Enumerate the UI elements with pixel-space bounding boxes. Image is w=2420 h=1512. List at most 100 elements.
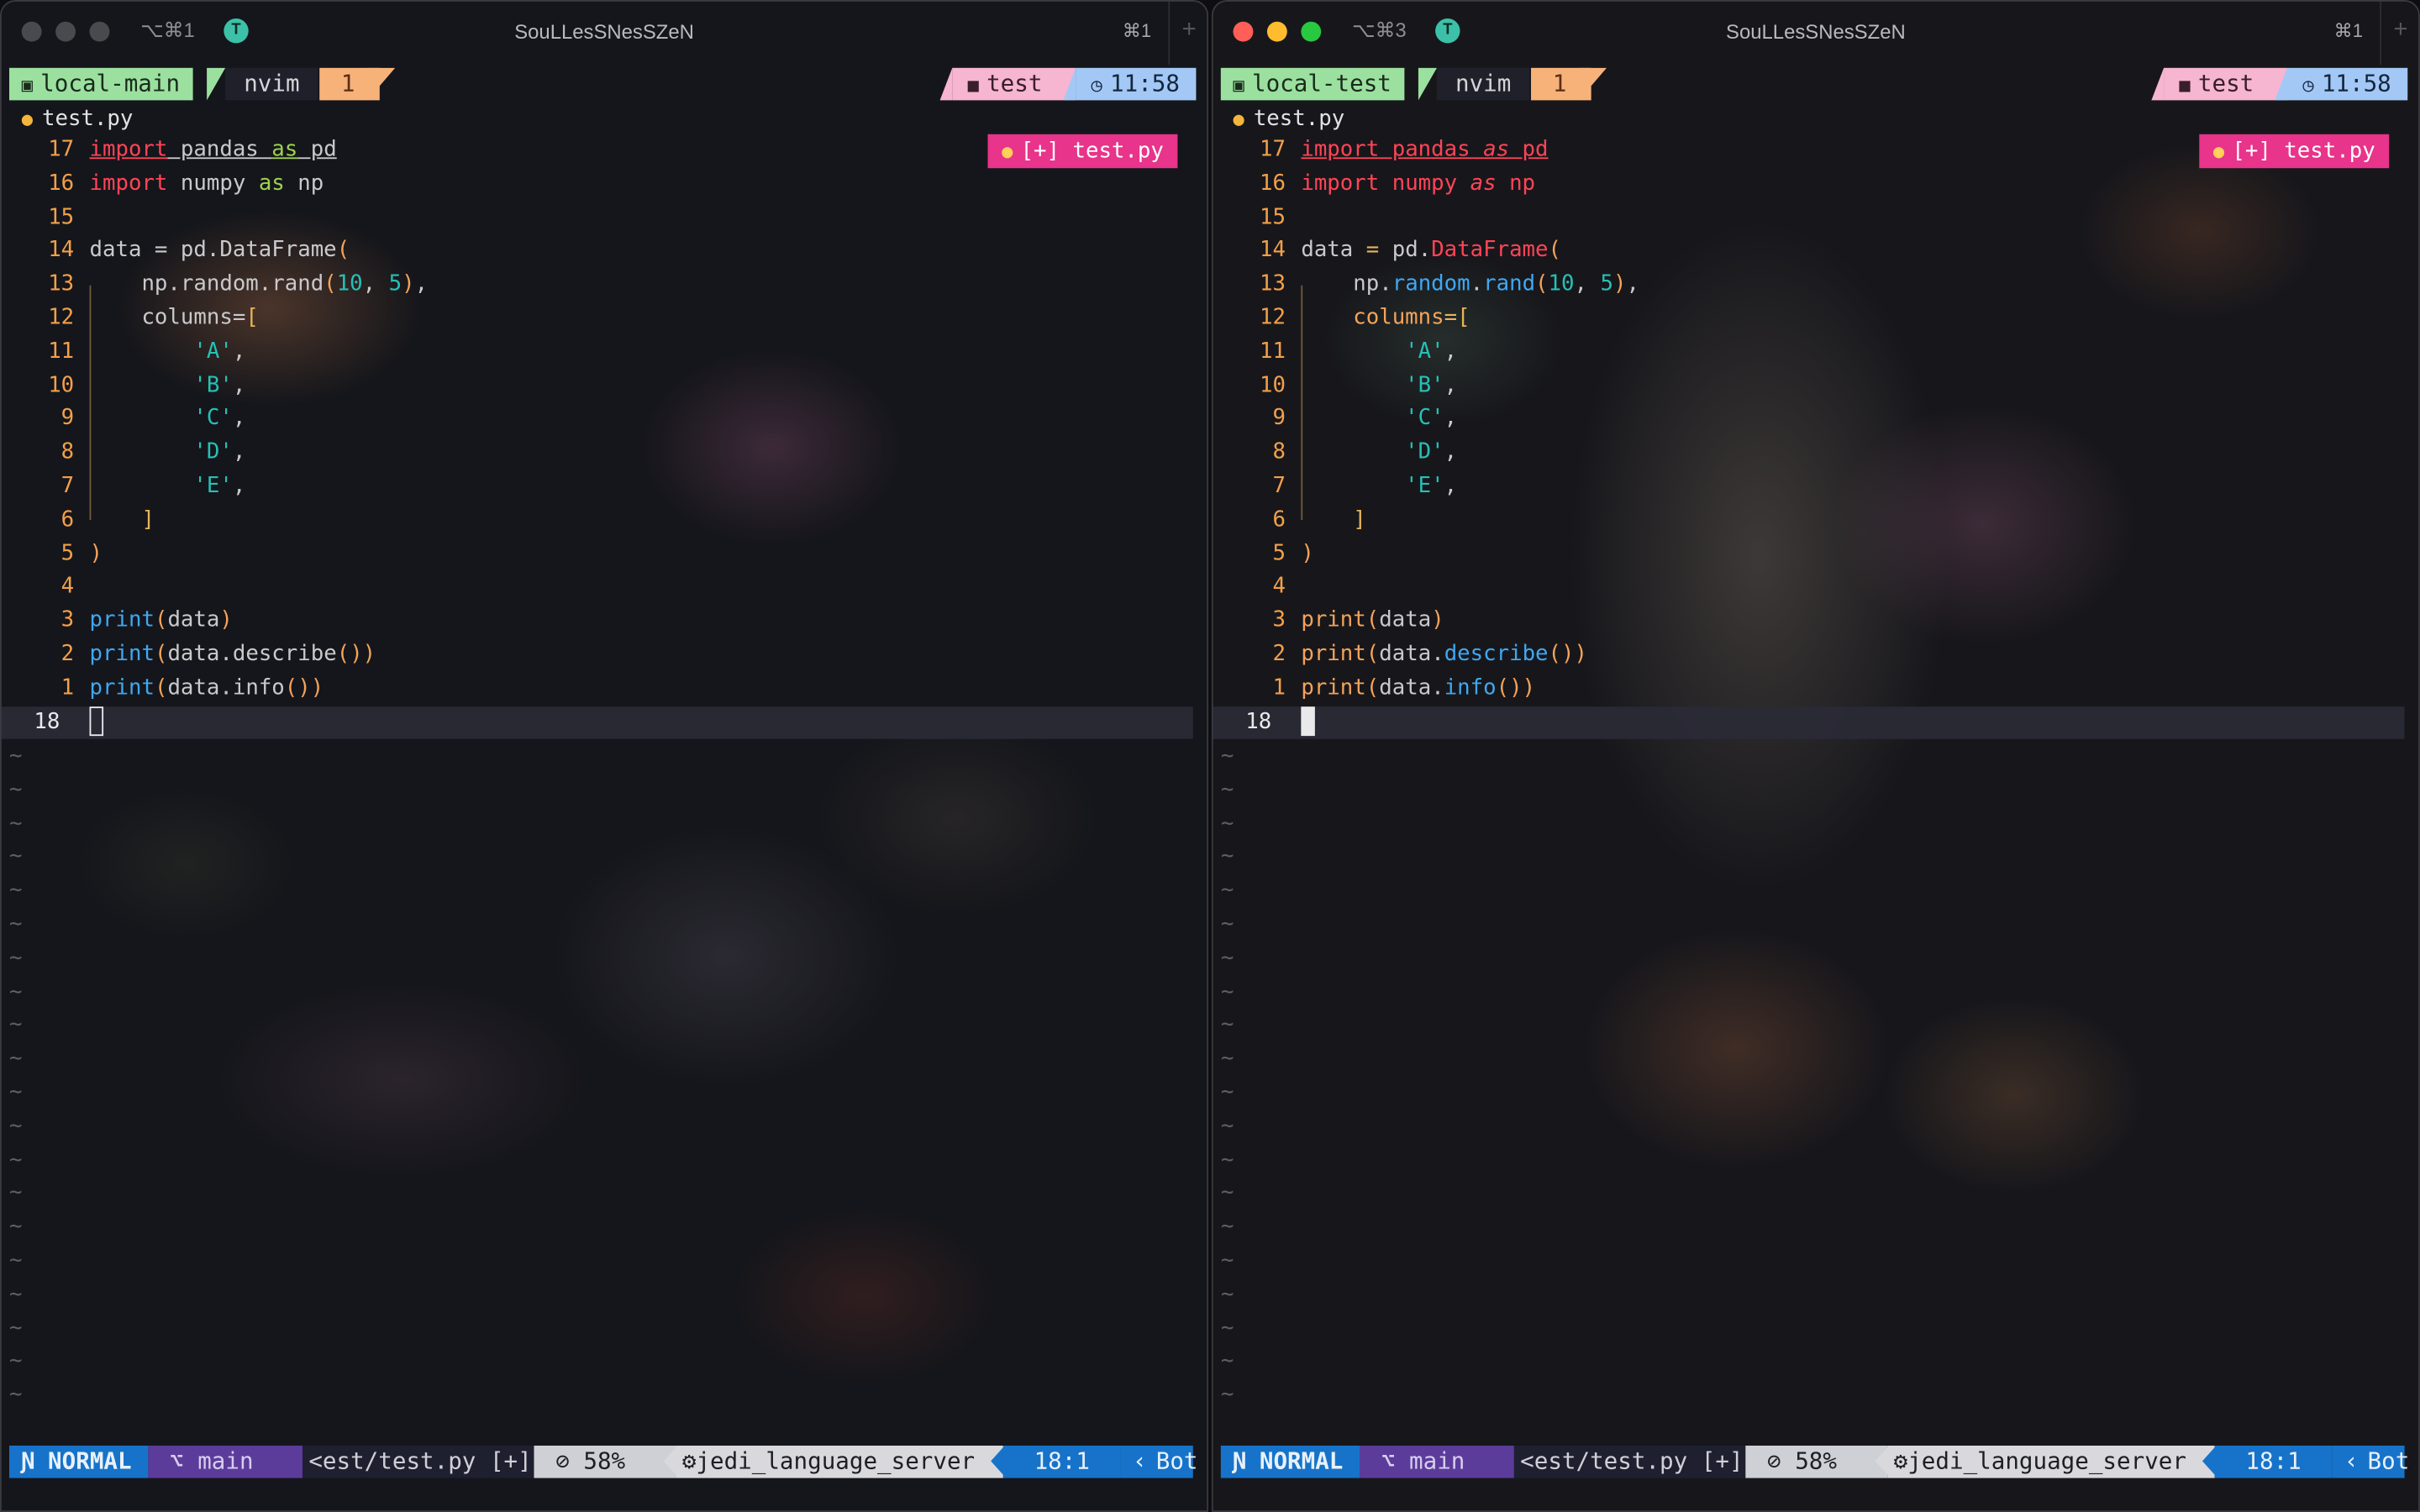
cursor-line[interactable]: 18 [1211,706,2405,740]
code-line[interactable]: 14 data = pd.DataFrame( [0,235,1208,269]
code-line[interactable]: 13 np.random.rand(10, 5), [1212,269,2420,302]
code-line[interactable]: 17 import pandas as pd [0,134,1208,168]
empty-lines: ~ ~ ~ ~ ~ ~ ~ ~ ~ ~ ~ ~ ~ ~ ~ ~ ~ ~ ~ ~ [9,741,22,1414]
tmux-program: nvim [1436,67,1530,101]
tilde-marker: ~ [1220,1382,1234,1408]
tilde-marker: ~ [1220,1247,1234,1273]
code-line[interactable]: 14 data = pd.DataFrame( [1212,235,2420,269]
code-line[interactable]: 11 'A', [1212,336,2420,370]
code-line[interactable]: 16 import numpy as np [0,168,1208,202]
line-number: 16 [1260,171,1286,196]
tmux-time: 11:58 [1110,69,1180,97]
line-text: import pandas as pd [89,137,337,162]
new-tab-button[interactable]: + [1168,0,1208,66]
progress-value: 58% [1795,1446,1837,1475]
scroll-label: Bot [2367,1446,2410,1475]
mode-label: NORMAL [1259,1446,1344,1475]
line-number: 5 [1272,540,1286,566]
lsp-client[interactable]: ⚙jedi_language_server [676,1445,1003,1478]
lsp-name: jedi_language_server [696,1446,976,1475]
code-line[interactable]: 2 print(data.describe()) [0,638,1208,672]
lsp-client[interactable]: ⚙jedi_language_server [1887,1445,2215,1478]
new-tab-button[interactable]: + [2380,0,2420,66]
git-branch[interactable]: ⌥ main [1360,1445,1514,1478]
github-icon: ⌥ [170,1446,198,1475]
branch-name: main [197,1446,254,1475]
neovim-icon: Ɲ [1231,1446,1260,1475]
current-line-number: 18 [34,709,60,734]
code-line[interactable]: 6 ] [1212,504,2420,538]
line-number: 8 [60,439,75,465]
code-line[interactable]: 7 'E', [1212,470,2420,504]
line-number: 7 [60,473,75,499]
tmux-folder-name: test [2197,69,2254,97]
line-text: print(data.describe()) [1301,641,1588,667]
code-line[interactable]: 4 [1212,571,2420,605]
code-line[interactable]: 2 print(data.describe()) [1212,638,2420,672]
line-text: ] [89,507,155,533]
code-line[interactable]: 12 columns=[ [0,302,1208,336]
tmux-session[interactable]: ▣ local-main [9,67,192,101]
code-editor[interactable]: 17 import pandas as pd 16 import numpy as … [0,134,1208,740]
line-text: print(data) [1301,607,1444,633]
tilde-marker: ~ [1220,844,1234,869]
tmux-clock: ◷ 11:58 [2286,67,2408,101]
code-line[interactable]: 15 [0,202,1208,235]
code-line[interactable]: 17 import pandas as pd [1212,134,2420,168]
code-line[interactable]: 5) [0,538,1208,571]
tmux-folder-name: test [986,69,1043,97]
line-number: 13 [1260,271,1286,297]
line-number: 9 [60,406,75,432]
clock-icon: ◷ [2302,74,2314,96]
line-number: 14 [1260,238,1286,263]
code-line[interactable]: 9 'C', [0,403,1208,437]
code-line[interactable]: 1 print(data.info()) [0,672,1208,706]
tilde-marker: ~ [9,743,23,769]
code-line[interactable]: 8 'D', [0,437,1208,470]
scroll-position: ‹ Bot [2332,1445,2409,1478]
terminal-window-right[interactable]: ⌥⌘3 T SouLLesSNesSZeN ⌘1 + ▣ local-test n… [1211,0,2420,1512]
code-line[interactable]: 4 [0,571,1208,605]
code-line[interactable]: 6 ] [0,504,1208,538]
code-line[interactable]: 8 'D', [1212,437,2420,470]
code-line[interactable]: 12 columns=[ [1212,302,2420,336]
tmux-clock: ◷ 11:58 [1076,67,1197,101]
line-text: columns=[ [1301,305,1470,331]
code-editor[interactable]: 17 import pandas as pd 16 import numpy as … [1211,134,2420,740]
code-line[interactable]: 3 print(data) [1212,605,2420,638]
tmux-time: 11:58 [2321,69,2391,97]
github-icon: ⌥ [1381,1446,1410,1475]
code-line[interactable]: 11 'A', [0,336,1208,370]
code-line[interactable]: 5) [1212,538,2420,571]
cursor-line[interactable]: 18 [0,706,1193,740]
tilde-marker: ~ [9,1348,23,1374]
code-line[interactable]: 1 print(data.info()) [1212,672,2420,706]
line-text: 'D', [1301,439,1458,465]
line-text: 'C', [1301,406,1458,432]
code-line[interactable]: 15 [1212,202,2420,235]
code-line[interactable]: 10 'B', [1212,370,2420,403]
code-line[interactable]: 13 np.random.rand(10, 5), [0,269,1208,302]
tmux-session[interactable]: ▣ local-test [1220,67,1404,101]
code-line[interactable]: 7 'E', [0,470,1208,504]
title-bar: ⌥⌘3 T SouLLesSNesSZeN ⌘1 + [1212,0,2420,66]
code-line[interactable]: 3 print(data) [0,605,1208,638]
terminal-icon: ▣ [1233,74,1244,96]
tmux-status-bar: ▣ local-main nvim 1 ■ test ◷ 11:58 [9,67,1197,101]
terminal-window-left[interactable]: ⌥⌘1 T SouLLesSNesSZeN ⌘1 + ▣ local-main n… [0,0,1209,1512]
code-line[interactable]: 9 'C', [1212,403,2420,437]
tilde-marker: ~ [1220,1315,1234,1341]
line-number: 1 [60,675,75,701]
tilde-marker: ~ [1220,1281,1234,1307]
line-text: import numpy as np [1301,171,1536,196]
tmux-folder: ■ test [952,67,1076,101]
tilde-marker: ~ [1220,777,1234,802]
code-line[interactable]: 10 'B', [0,370,1208,403]
tilde-marker: ~ [9,1315,23,1341]
git-branch[interactable]: ⌥ main [148,1445,302,1478]
line-number: 10 [1260,372,1286,398]
code-line[interactable]: 16 import numpy as np [1212,168,2420,202]
line-number: 3 [60,607,75,633]
line-text: print(data.describe()) [89,641,376,667]
lock-icon: ⊘ [1767,1446,1796,1475]
